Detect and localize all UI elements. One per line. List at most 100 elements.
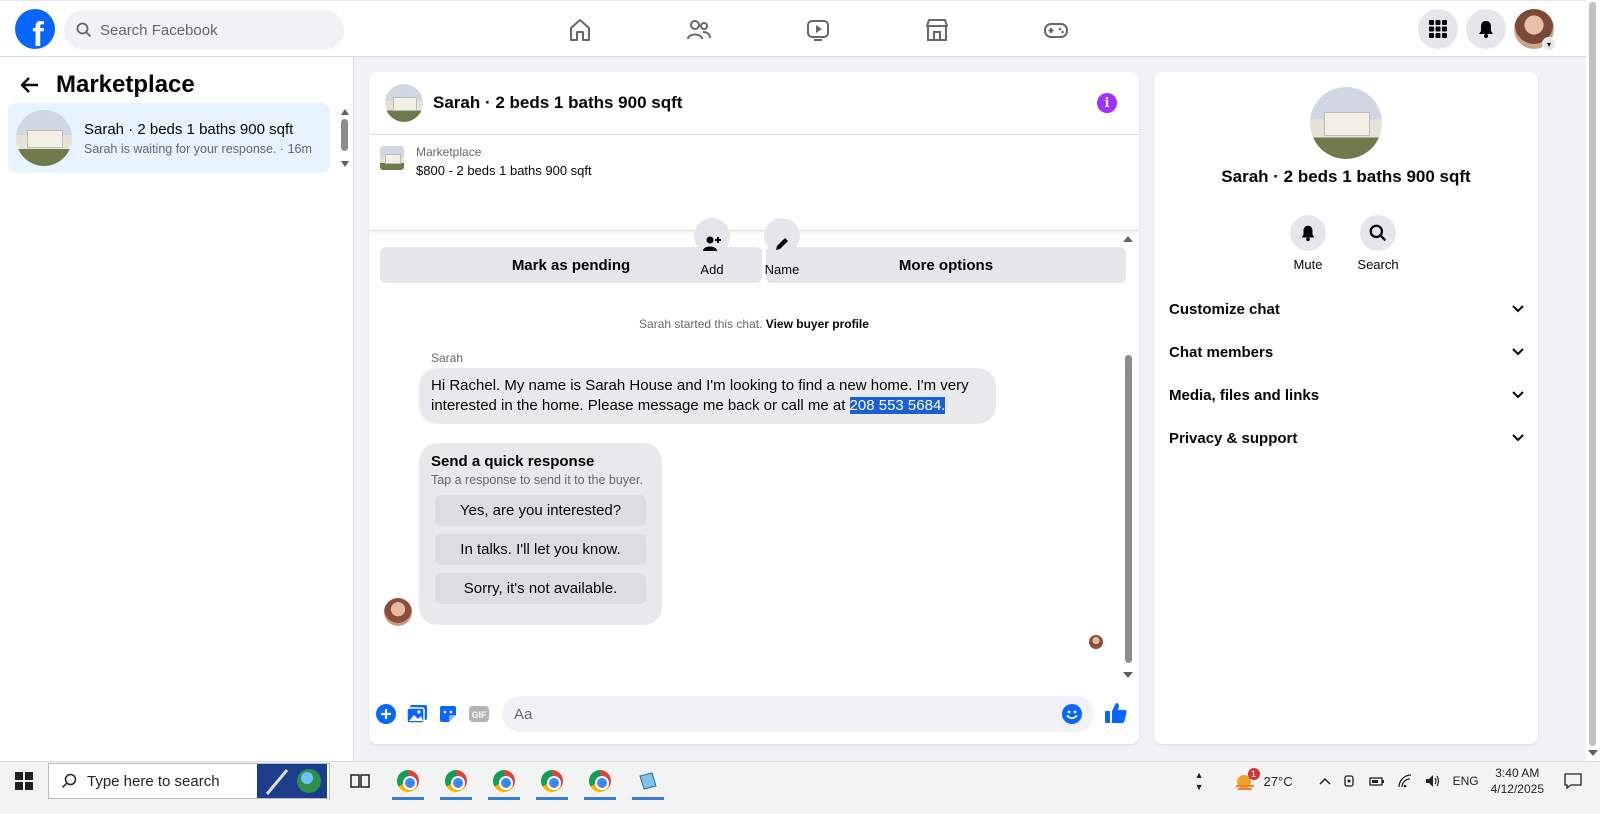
clock-date: 4/12/2025	[1490, 782, 1544, 796]
section-label: Media, files and links	[1169, 386, 1320, 404]
chrome-window-icon[interactable]	[576, 762, 624, 800]
wifi-icon[interactable]	[1397, 774, 1413, 788]
notifications-bell-icon[interactable]	[1466, 9, 1506, 49]
thumbs-up-icon[interactable]	[1104, 701, 1128, 725]
pencil-icon	[776, 238, 788, 250]
quick-response-card: Send a quick response Tap a response to …	[419, 443, 662, 625]
quick-response-subtitle: Tap a response to send it to the buyer.	[431, 473, 643, 487]
windows-start-icon[interactable]	[0, 762, 48, 800]
chat-title[interactable]: Sarah · 2 beds 1 baths 900 sqft	[433, 93, 682, 113]
plus-circle-icon[interactable]	[376, 704, 396, 724]
chat-started-notice: Sarah started this chat. View buyer prof…	[369, 317, 1139, 331]
sidebar-scrollbar[interactable]	[340, 109, 349, 167]
conversation-list-item[interactable]: Sarah · 2 beds 1 baths 900 sqft Sarah is…	[8, 103, 330, 173]
chevron-down-icon	[1512, 305, 1524, 313]
scroll-up-icon[interactable]	[341, 109, 349, 115]
marketplace-inbox-sidebar: Marketplace Sarah · 2 beds 1 baths 900 s…	[0, 57, 354, 761]
account-controls: ▾	[1418, 9, 1556, 51]
chevron-down-icon: ▾	[1542, 37, 1556, 51]
sidebar-scroll-thumb[interactable]	[341, 119, 348, 151]
quick-response-option[interactable]: Yes, are you interested?	[435, 495, 646, 526]
sender-avatar[interactable]	[384, 598, 412, 626]
volume-icon[interactable]	[1425, 774, 1441, 788]
mute-button[interactable]: Mute	[1290, 215, 1326, 272]
watch-icon[interactable]	[758, 1, 877, 58]
page-scrollbar[interactable]	[1586, 0, 1600, 761]
view-buyer-profile-link[interactable]: View buyer profile	[766, 317, 869, 331]
page-scroll-thumb[interactable]	[1589, 2, 1596, 746]
task-view-icon[interactable]	[336, 762, 384, 800]
scroll-down-icon[interactable]	[1123, 672, 1133, 678]
message-sender-name: Sarah	[431, 351, 464, 365]
quick-response-option[interactable]: Sorry, it's not available.	[435, 573, 646, 604]
svg-text:GIF: GIF	[472, 710, 488, 720]
sidebar-title: Marketplace	[56, 71, 195, 98]
privacy-support-section[interactable]: Privacy & support	[1169, 426, 1524, 450]
chat-scroll-thumb[interactable]	[1125, 355, 1132, 663]
message-phone-number[interactable]: 208 553 5684.	[849, 397, 946, 414]
incoming-message-bubble[interactable]: Hi Rachel. My name is Sarah House and I'…	[419, 368, 996, 424]
weather-temperature: 27°C	[1263, 773, 1293, 789]
back-arrow-icon[interactable]	[20, 75, 40, 95]
windows-taskbar: Type here to search ▲ ▼ 1 27°C ENG 3:40 …	[0, 761, 1600, 814]
home-icon[interactable]	[520, 1, 639, 58]
battery-icon[interactable]	[1368, 775, 1385, 787]
taskbar-search-placeholder: Type here to search	[87, 772, 220, 790]
gaming-icon[interactable]	[996, 1, 1115, 58]
photo-gallery-icon[interactable]	[406, 704, 428, 724]
show-hidden-icons-icon[interactable]	[1319, 777, 1331, 785]
listing-small-thumbnail[interactable]	[380, 146, 404, 170]
add-people-action[interactable]: Add	[692, 218, 732, 277]
chat-avatar[interactable]	[385, 84, 423, 122]
section-label: Customize chat	[1169, 300, 1280, 318]
info-panel-avatar[interactable]	[1310, 87, 1382, 159]
scroll-down-icon[interactable]	[341, 161, 349, 167]
message-input[interactable]: Aa	[502, 696, 1094, 732]
quick-response-option[interactable]: In talks. I'll let you know.	[435, 534, 646, 565]
search-in-chat-button[interactable]: Search	[1357, 215, 1399, 272]
camera-icon[interactable]	[1343, 774, 1357, 788]
name-chat-action[interactable]: Name	[762, 218, 802, 277]
marketplace-icon[interactable]	[877, 1, 996, 58]
language-indicator[interactable]: ENG	[1453, 774, 1479, 788]
weather-widget[interactable]: 1 27°C	[1234, 768, 1293, 790]
system-clock[interactable]: 3:40 AM 4/12/2025	[1491, 765, 1544, 797]
customize-chat-section[interactable]: Customize chat	[1169, 297, 1524, 321]
seen-receipt-avatar	[1089, 635, 1103, 649]
message-composer: GIF Aa	[369, 692, 1139, 736]
chrome-window-icon[interactable]	[528, 762, 576, 800]
facebook-logo[interactable]: f	[15, 9, 55, 49]
friends-icon[interactable]	[639, 1, 758, 58]
scroll-up-icon[interactable]	[1123, 236, 1133, 242]
clock-time: 3:40 AM	[1495, 766, 1540, 780]
chrome-window-icon[interactable]	[384, 762, 432, 800]
sticker-icon[interactable]	[438, 704, 458, 724]
add-person-icon	[703, 236, 721, 251]
section-label: Chat members	[1169, 343, 1274, 361]
taskbar-search-input[interactable]: Type here to search	[48, 763, 330, 799]
info-icon[interactable]: i	[1097, 93, 1117, 113]
chat-scrollbar[interactable]	[1121, 232, 1135, 680]
info-panel-actions: Mute Search	[1290, 215, 1399, 272]
apps-grid-icon[interactable]	[1418, 9, 1458, 49]
scroll-down-icon[interactable]	[1588, 750, 1598, 756]
gif-icon[interactable]: GIF	[468, 704, 490, 724]
notepad-app-icon[interactable]	[624, 762, 672, 800]
notification-center-icon[interactable]	[1564, 773, 1582, 789]
chat-members-section[interactable]: Chat members	[1169, 340, 1524, 364]
chrome-window-icon[interactable]	[480, 762, 528, 800]
chrome-window-icon[interactable]	[432, 762, 480, 800]
section-label: Privacy & support	[1169, 429, 1298, 447]
conversation-subtitle: Sarah is waiting for your response. · 16…	[84, 141, 312, 156]
search-icon	[76, 22, 92, 38]
sidebar-header: Marketplace	[20, 71, 195, 99]
quick-response-title: Send a quick response	[431, 453, 595, 470]
emoji-icon[interactable]	[1062, 704, 1082, 724]
tray-scroll-icon[interactable]: ▲ ▼	[1195, 769, 1204, 793]
search-label: Search	[1357, 257, 1399, 272]
profile-avatar[interactable]: ▾	[1514, 9, 1556, 51]
media-files-links-section[interactable]: Media, files and links	[1169, 383, 1524, 407]
listing-price-title[interactable]: $800 - 2 beds 1 baths 900 sqft	[416, 163, 592, 178]
add-label: Add	[700, 262, 724, 277]
search-facebook-input[interactable]: Search Facebook	[64, 10, 344, 50]
